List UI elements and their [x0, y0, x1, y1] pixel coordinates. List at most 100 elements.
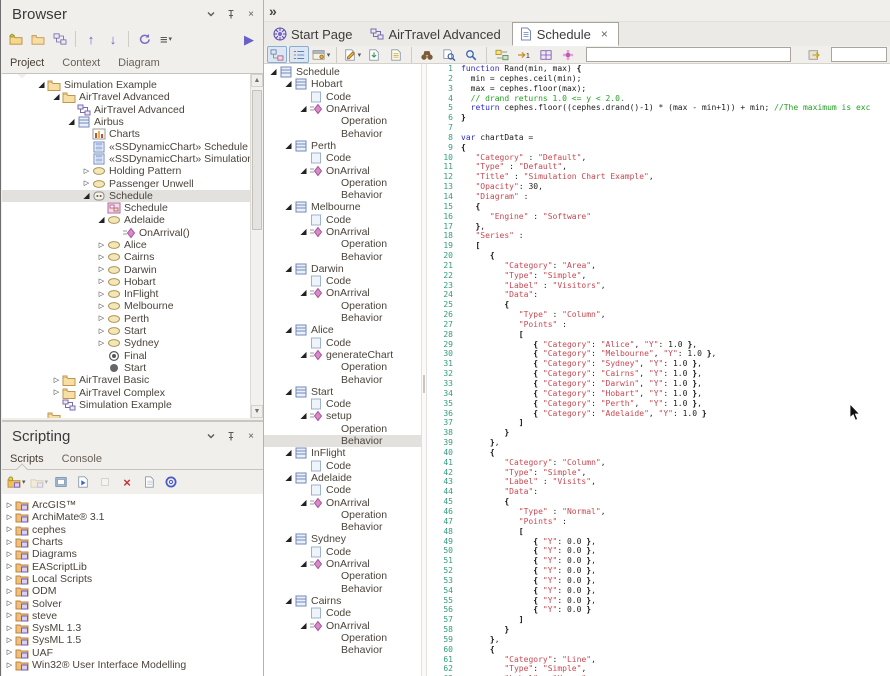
- scripting-pin-icon[interactable]: [223, 428, 239, 444]
- collapse-arrow-icon[interactable]: ◢: [51, 93, 62, 101]
- browser-tab-diagram[interactable]: Diagram: [116, 55, 162, 73]
- tree-item-item[interactable]: [2, 411, 250, 418]
- code-line[interactable]: 37 ]: [427, 418, 890, 428]
- code-line[interactable]: 50 { "Y": 0.0 },: [427, 546, 890, 556]
- tree-item-charts[interactable]: Charts: [2, 128, 250, 140]
- open-project-button[interactable]: [28, 30, 48, 49]
- tree-item-hobart[interactable]: ▷Hobart: [2, 276, 250, 288]
- expand-arrow-icon[interactable]: ▷: [4, 539, 15, 546]
- scroll-up-icon[interactable]: ▲: [251, 74, 263, 87]
- code-line[interactable]: 19 [: [427, 241, 890, 251]
- collapse-arrow-icon[interactable]: ◢: [283, 597, 294, 605]
- options-menu-button[interactable]: ≡▾: [156, 30, 176, 49]
- tree-item-airbus[interactable]: ◢Airbus: [2, 116, 250, 128]
- code-line[interactable]: 56 { "Y": 0.0 }: [427, 605, 890, 615]
- tree-item-operation[interactable]: Operation: [264, 300, 421, 312]
- tree-item-cephes[interactable]: ▷cephes: [2, 524, 263, 536]
- tree-item-behavior[interactable]: Behavior: [264, 312, 421, 324]
- document-tab-schedule[interactable]: Schedule×: [512, 22, 619, 46]
- tree-item-generatechart[interactable]: ◢generateChart: [264, 349, 421, 361]
- code-editor[interactable]: 1function Rand(min, max) {2 min = cephes…: [427, 64, 890, 676]
- tree-item-sydney[interactable]: ◢Sydney: [264, 533, 421, 545]
- code-line[interactable]: 5 return cephes.floor((cephes.drand()-1)…: [427, 103, 890, 113]
- collapse-arrow-icon[interactable]: ◢: [298, 105, 309, 113]
- tree-item-odm[interactable]: ▷ODM: [2, 585, 263, 597]
- tree-item-airtravel-advanced[interactable]: ◢AirTravel Advanced: [2, 91, 250, 103]
- new-model-button[interactable]: [6, 30, 26, 49]
- tree-item-operation[interactable]: Operation: [264, 570, 421, 582]
- code-line[interactable]: 28 [: [427, 330, 890, 340]
- code-line[interactable]: 3 max = cephes.floor(max);: [427, 84, 890, 94]
- tree-item-darwin[interactable]: ◢Darwin: [264, 263, 421, 275]
- code-line[interactable]: 54 { "Y": 0.0 },: [427, 586, 890, 596]
- tree-item-behavior[interactable]: Behavior: [264, 250, 421, 262]
- script-template-button[interactable]: [386, 46, 406, 63]
- code-line[interactable]: 23 "Label" : "Visitors",: [427, 281, 890, 291]
- tree-item-setup[interactable]: ◢setup: [264, 410, 421, 422]
- tree-item-cairns[interactable]: ▷Cairns: [2, 251, 250, 263]
- browser-menu-chevron-icon[interactable]: [203, 6, 219, 22]
- tree-item-onarrival[interactable]: ◢OnArrival: [264, 496, 421, 508]
- scroll-down-icon[interactable]: ▼: [251, 405, 263, 418]
- tree-item-holding-pattern[interactable]: ▷Holding Pattern: [2, 165, 250, 177]
- tree-item-onarrival[interactable]: ◢OnArrival: [264, 103, 421, 115]
- tree-item-code[interactable]: Code: [264, 484, 421, 496]
- tree-item-simulation-example[interactable]: ◢Simulation Example: [2, 79, 250, 91]
- collapse-arrow-icon[interactable]: ◢: [298, 289, 309, 297]
- tree-item-onarrival[interactable]: ◢OnArrival: [264, 287, 421, 299]
- find-in-files-button[interactable]: [439, 46, 459, 63]
- script-properties-button[interactable]: [51, 473, 71, 492]
- tree-item-behavior[interactable]: Behavior: [264, 373, 421, 385]
- code-line[interactable]: 12 "Title" : "Simulation Chart Example",: [427, 172, 890, 182]
- code-line[interactable]: 44 "Data":: [427, 487, 890, 497]
- code-line[interactable]: 10 "Category" : "Default",: [427, 153, 890, 163]
- tree-item-start[interactable]: ◢Start: [264, 386, 421, 398]
- tree-item-sysml-1-5[interactable]: ▷SysML 1.5: [2, 634, 263, 646]
- tree-item-arcgis[interactable]: ▷ArcGIS™: [2, 499, 263, 511]
- tree-item-operation[interactable]: Operation: [264, 509, 421, 521]
- browser-pin-icon[interactable]: [223, 6, 239, 22]
- tree-item-code[interactable]: Code: [264, 214, 421, 226]
- code-line[interactable]: 47 "Points" :: [427, 517, 890, 527]
- tree-item-final[interactable]: Final: [2, 350, 250, 362]
- scripting-menu-chevron-icon[interactable]: [203, 428, 219, 444]
- tree-item-melbourne[interactable]: ◢Melbourne: [264, 201, 421, 213]
- tree-item-code[interactable]: Code: [264, 546, 421, 558]
- tree-item-win32-user-interface-modelling[interactable]: ▷Win32® User Interface Modelling: [2, 659, 263, 671]
- tree-item-code[interactable]: Code: [264, 337, 421, 349]
- tree-item-onarrival[interactable]: OnArrival(): [2, 227, 250, 239]
- code-line[interactable]: 20 {: [427, 251, 890, 261]
- code-line[interactable]: 53 { "Y": 0.0 },: [427, 576, 890, 586]
- tree-item-code[interactable]: Code: [264, 398, 421, 410]
- code-line[interactable]: 42 "Type": "Simple",: [427, 468, 890, 478]
- tree-item-simulation-example[interactable]: Simulation Example: [2, 399, 250, 411]
- tree-item-ssdynamicchart-schedule[interactable]: «SSDynamicChart» Schedule: [2, 140, 250, 152]
- editor-search-input[interactable]: [586, 47, 791, 62]
- code-line[interactable]: 13 "Opacity": 30,: [427, 182, 890, 192]
- new-script-group-button[interactable]: ▾: [6, 473, 27, 492]
- tree-code-splitter[interactable]: [421, 64, 427, 676]
- tree-item-perth[interactable]: ▷Perth: [2, 313, 250, 325]
- tree-item-operation[interactable]: Operation: [264, 115, 421, 127]
- edit-script-button[interactable]: ▾: [342, 46, 362, 63]
- tree-item-code[interactable]: Code: [264, 275, 421, 287]
- code-line[interactable]: 17 },: [427, 222, 890, 232]
- code-line[interactable]: 58 }: [427, 625, 890, 635]
- expand-arrow-icon[interactable]: ▷: [51, 389, 62, 396]
- tree-item-airtravel-basic[interactable]: ▷AirTravel Basic: [2, 374, 250, 386]
- expand-arrow-icon[interactable]: ▷: [4, 625, 15, 632]
- code-line[interactable]: 11 "Type" : "Default",: [427, 162, 890, 172]
- code-line[interactable]: 1function Rand(min, max) {: [427, 64, 890, 74]
- code-line[interactable]: 25 {: [427, 300, 890, 310]
- collapse-arrow-icon[interactable]: ◢: [268, 68, 279, 76]
- tree-item-diagrams[interactable]: ▷Diagrams: [2, 548, 263, 560]
- code-line[interactable]: 52 { "Y": 0.0 },: [427, 566, 890, 576]
- code-line[interactable]: 51 { "Y": 0.0 },: [427, 556, 890, 566]
- expand-arrow-icon[interactable]: ▷: [96, 266, 107, 273]
- code-line[interactable]: 33 { "Category": "Darwin", "Y": 1.0 },: [427, 379, 890, 389]
- tree-item-archimate-3-1[interactable]: ▷ArchiMate® 3.1: [2, 511, 263, 523]
- code-line[interactable]: 8var chartData =: [427, 133, 890, 143]
- collapse-arrow-icon[interactable]: ◢: [81, 192, 92, 200]
- code-line[interactable]: 31 { "Category": "Sydney", "Y": 1.0 },: [427, 359, 890, 369]
- code-line[interactable]: 43 "Label" : "Visits",: [427, 477, 890, 487]
